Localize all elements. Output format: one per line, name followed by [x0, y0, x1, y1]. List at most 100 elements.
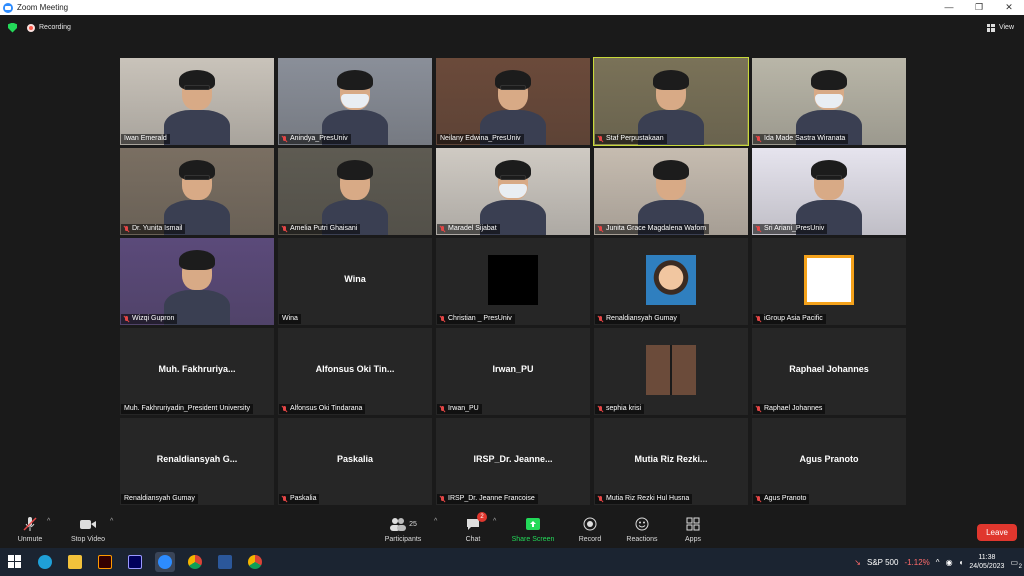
chrome-profile-icon[interactable]	[245, 552, 265, 572]
chrome-icon[interactable]	[185, 552, 205, 572]
participant-tile[interactable]: Maradel Sijabat	[436, 148, 590, 235]
record-icon	[583, 517, 597, 531]
show-hidden-icons-chevron-icon[interactable]: ^	[936, 558, 940, 567]
participant-tile[interactable]: Renaldiansyah Gumay	[594, 238, 748, 325]
muted-mic-icon	[282, 495, 288, 503]
participant-tile[interactable]: Agus Pranoto Agus Pranoto	[752, 418, 906, 505]
video-camera-icon	[80, 520, 96, 529]
participant-tile[interactable]: Alfonsus Oki Tin... Alfonsus Oki Tindaran…	[278, 328, 432, 415]
unmute-button[interactable]: Unmute	[0, 516, 60, 543]
participant-tile[interactable]: Mutia Riz Rezki... Mutia Riz Rezki Hul Hu…	[594, 418, 748, 505]
edge-browser-icon[interactable]	[35, 552, 55, 572]
video-options-chevron-icon[interactable]: ^	[110, 518, 113, 525]
participant-name-label: Renaldiansyah Gumay	[595, 314, 680, 324]
participant-name: Mutia Riz Rezki Hul Husna	[606, 495, 690, 502]
glasses	[816, 175, 842, 180]
participant-tile[interactable]: Paskalia Paskalia	[278, 418, 432, 505]
close-button[interactable]: ✕	[994, 2, 1024, 13]
view-label: View	[998, 24, 1014, 31]
participant-video	[120, 58, 274, 145]
participant-name-label: Agus Pranoto	[753, 494, 810, 504]
file-explorer-icon[interactable]	[65, 552, 85, 572]
share-screen-button[interactable]: Share Screen	[503, 516, 563, 543]
zoom-taskbar-icon[interactable]	[155, 552, 175, 572]
participant-tile[interactable]: iGroup Asia Pacific	[752, 238, 906, 325]
participant-hair	[811, 70, 847, 90]
participant-tile[interactable]: Christian _ PresUniv	[436, 238, 590, 325]
participant-name: Raphael Johannes	[764, 405, 823, 412]
participant-name-label: Staf Perpustakaan	[595, 134, 667, 144]
participant-video	[752, 148, 906, 235]
muted-mic-icon	[440, 495, 446, 503]
muted-mic-icon	[598, 405, 604, 413]
participant-name-label: Wizqi Gupron	[121, 314, 178, 324]
muted-mic-icon	[756, 315, 762, 323]
participant-name: Neilany Edwina_PresUniv	[440, 135, 521, 142]
apps-label: Apps	[685, 536, 701, 543]
participant-tile[interactable]: sephia krisi	[594, 328, 748, 415]
participant-tile[interactable]: Irwan_PU Irwan_PU	[436, 328, 590, 415]
participant-name: Alfonsus Oki Tindarana	[290, 405, 363, 412]
participant-tile[interactable]: Dr. Yunita Ismail	[120, 148, 274, 235]
chat-options-chevron-icon[interactable]: ^	[493, 518, 496, 525]
apps-button[interactable]: Apps	[663, 516, 723, 543]
stock-name[interactable]: S&P 500	[867, 558, 898, 567]
muted-mic-icon	[598, 315, 604, 323]
meeting-info-bar: Recording View	[0, 15, 1024, 40]
network-icon[interactable]: ◉	[946, 558, 953, 567]
participant-tile[interactable]: Muh. Fakhruriya... Muh. Fakhruriyadin_Pre…	[120, 328, 274, 415]
premiere-icon[interactable]	[125, 552, 145, 572]
notifications-icon[interactable]: ▭ 2	[1010, 558, 1022, 570]
encryption-shield-icon[interactable]	[8, 22, 17, 33]
stop-video-button[interactable]: Stop Video	[58, 516, 118, 543]
participant-video	[436, 148, 590, 235]
participant-tile[interactable]: Neilany Edwina_PresUniv	[436, 58, 590, 145]
participants-options-chevron-icon[interactable]: ^	[434, 518, 437, 525]
participant-name-label: Muh. Fakhruriyadin_President University	[121, 404, 254, 414]
smiley-icon	[635, 517, 649, 531]
participant-name: Renaldiansyah Gumay	[606, 315, 677, 322]
muted-mic-icon	[282, 225, 288, 233]
participant-name-label: Renaldiansyah Gumay	[121, 494, 198, 504]
participant-tile[interactable]: Wina Wina	[278, 238, 432, 325]
maximize-button[interactable]: ❐	[964, 2, 994, 13]
volume-icon[interactable]: ◖	[959, 558, 964, 567]
participant-name-label: Paskalia	[279, 494, 320, 504]
record-button[interactable]: Record	[560, 516, 620, 543]
participant-tile[interactable]: Sri Ariani_PresUniv	[752, 148, 906, 235]
participant-name-label: Amelia Putri Ghaisani	[279, 224, 361, 234]
participant-name-label: Mutia Riz Rezki Hul Husna	[595, 494, 693, 504]
participant-tile[interactable]: Anindya_PresUniv	[278, 58, 432, 145]
illustrator-icon[interactable]	[95, 552, 115, 572]
participant-display-name: Renaldiansyah G...	[156, 454, 238, 464]
participant-tile[interactable]: Staf Perpustakaan	[593, 57, 749, 146]
participant-tile[interactable]: Iwan Emerald	[120, 58, 274, 145]
participant-name-label: Christian _ PresUniv	[437, 314, 515, 324]
view-button[interactable]: View	[986, 23, 1014, 32]
windows-start-icon[interactable]	[5, 552, 25, 572]
minimize-button[interactable]: —	[934, 2, 964, 13]
muted-mic-icon	[598, 495, 604, 503]
participant-name-label: iGroup Asia Pacific	[753, 314, 826, 324]
word-icon[interactable]	[215, 552, 235, 572]
participant-hair	[653, 160, 689, 180]
participant-name-label: Ida Made Sastra Wiranata	[753, 134, 849, 144]
participant-tile[interactable]: Junita Grace Magdalena Wafom	[594, 148, 748, 235]
participants-button[interactable]: 25 Participants	[373, 516, 433, 543]
muted-mic-icon	[124, 315, 130, 323]
participant-tile[interactable]: Renaldiansyah G... Renaldiansyah Gumay	[120, 418, 274, 505]
participant-tile[interactable]: Ida Made Sastra Wiranata	[752, 58, 906, 145]
notification-count: 2	[1018, 563, 1022, 570]
face-mask	[815, 94, 843, 108]
participant-tile[interactable]: Raphael Johannes Raphael Johannes	[752, 328, 906, 415]
participant-name-label: Dr. Yunita Ismail	[121, 224, 186, 234]
participant-tile[interactable]: Amelia Putri Ghaisani	[278, 148, 432, 235]
face-mask	[341, 94, 369, 108]
muted-mic-icon	[440, 405, 446, 413]
system-clock[interactable]: 11:38 24/05/2023	[969, 553, 1004, 571]
audio-options-chevron-icon[interactable]: ^	[47, 518, 50, 525]
participant-tile[interactable]: Wizqi Gupron	[120, 238, 274, 325]
participant-tile[interactable]: IRSP_Dr. Jeanne... IRSP_Dr. Jeanne Franco…	[436, 418, 590, 505]
leave-button[interactable]: Leave	[977, 524, 1017, 541]
recording-label: Recording	[39, 24, 71, 31]
